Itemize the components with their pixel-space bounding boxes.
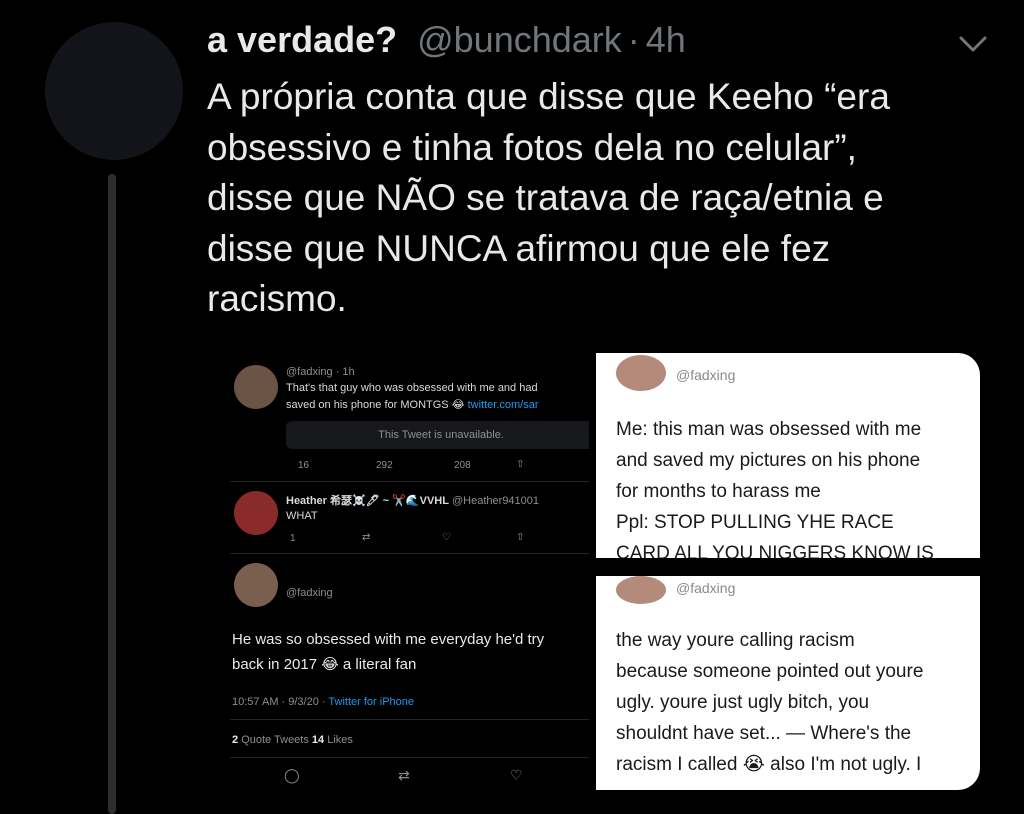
tweet-time: 10:57 AM · 9/3/20 ·: [232, 696, 329, 708]
likes-label: Likes: [327, 734, 353, 746]
tweet-text: WHAT: [286, 510, 318, 522]
tweet-text-line: obsessivo e tinha fotos dela no celular”…: [207, 126, 857, 168]
image-divider: [589, 353, 596, 790]
avatar: [234, 491, 278, 535]
tweet-text-line: racismo.: [207, 278, 347, 319]
tweet-text-line: for months to harass me: [616, 481, 821, 502]
tweet-text: A própria conta que disse que Keeho “era…: [207, 72, 1007, 325]
chevron-down-icon[interactable]: [955, 32, 991, 56]
tweet-header: a verdade? @bunchdark · 4h: [207, 20, 686, 60]
tweet-text-line: back in 2017 😂 a literal fan: [232, 656, 417, 673]
retweet-icon: ⇄: [398, 767, 410, 783]
tweet-text-line: disse que NÃO se tratava de raça/etnia e: [207, 177, 884, 218]
share-icon: ⇧: [516, 459, 525, 470]
tweet-text: saved on his phone for MONTGS 😂: [286, 399, 465, 411]
screenshot-left: @fadxing · 1h That's that guy who was ob…: [206, 353, 596, 790]
display-name[interactable]: a verdade?: [207, 19, 397, 60]
reply-count: 16: [298, 460, 310, 471]
tweet-text-line: the way youre calling racism: [616, 630, 855, 651]
timestamp[interactable]: 4h: [646, 19, 686, 60]
separator-bar: [596, 558, 980, 576]
tweet-text-line: A própria conta que disse que Keeho “era: [207, 76, 890, 117]
tweet-text-line: and saved my pictures on his phone: [616, 450, 921, 471]
user-handle: @Heather941001: [452, 495, 540, 507]
user-handle: @fadxing: [286, 587, 333, 599]
share-icon: ⇧: [516, 532, 525, 543]
avatar: [234, 365, 278, 409]
tweet-meta: 10:57 AM · 9/3/20 · Twitter for iPhone: [232, 696, 414, 708]
tweet-header: Heather 希瑟☠️🖊 ~ ✂️🌊VVHL @Heather941001: [286, 492, 539, 508]
tweet-text-line: He was so obsessed with me everyday he'd…: [232, 631, 545, 648]
like-icon: ♡: [442, 532, 451, 543]
tweet-text-line: ugly. youre just ugly bitch, you: [616, 692, 870, 713]
likes-count: 14: [311, 734, 325, 746]
unavailable-notice: This Tweet is unavailable.: [286, 421, 596, 449]
quote-count: 2: [232, 734, 239, 746]
reply-icon: ◯: [284, 767, 300, 783]
screenshot-right-bottom: @fadxing the way youre calling racism be…: [596, 576, 980, 790]
tweet-text-line: because someone pointed out youre: [616, 661, 924, 682]
user-handle[interactable]: @bunchdark: [417, 19, 622, 60]
user-handle: @fadxing: [676, 580, 736, 596]
divider: [230, 757, 596, 758]
media-image[interactable]: @fadxing · 1h That's that guy who was ob…: [206, 353, 980, 790]
tweet-text-line: disse que NUNCA afirmou que ele fez: [207, 227, 831, 269]
tweet-stats: 2 Quote Tweets 14 Likes: [232, 734, 353, 746]
retweet-icon: ⇄: [362, 532, 371, 543]
like-count: 208: [454, 460, 471, 471]
screenshot-right-top: @fadxing Me: this man was obsessed with …: [596, 353, 980, 564]
tweet-text-line: Me: this man was obsessed with me: [616, 419, 922, 440]
retweet-count: 292: [376, 460, 393, 471]
reply-count: 1: [290, 533, 296, 544]
like-icon: ♡: [510, 767, 523, 783]
avatar: [616, 355, 666, 391]
quote-label: Quote Tweets: [241, 734, 309, 746]
tweet-text-line: Ppl: STOP PULLING YHE RACE: [616, 512, 894, 533]
display-name: Heather 希瑟☠️🖊 ~ ✂️🌊VVHL: [286, 495, 449, 507]
tweet-text-line: saved on his phone for MONTGS 😂 twitter.…: [286, 398, 539, 411]
avatar[interactable]: [45, 22, 183, 160]
divider: [230, 553, 596, 554]
separator: ·: [627, 19, 640, 60]
avatar: [616, 576, 666, 604]
tweet-text-line: That's that guy who was obsessed with me…: [286, 382, 538, 394]
link: twitter.com/sar: [467, 399, 539, 411]
tweet-text-line: racism I called 😭 also I'm not ugly. I: [616, 754, 922, 775]
tweet-header: @fadxing · 1h: [286, 366, 355, 378]
divider: [230, 481, 596, 482]
avatar: [234, 563, 278, 607]
divider: [230, 719, 596, 720]
user-handle: @fadxing: [676, 367, 736, 383]
tweet-text-line: shouldnt have set... — Where's the: [616, 723, 912, 744]
tweet-source: Twitter for iPhone: [328, 696, 415, 708]
thread-line: [108, 174, 116, 814]
